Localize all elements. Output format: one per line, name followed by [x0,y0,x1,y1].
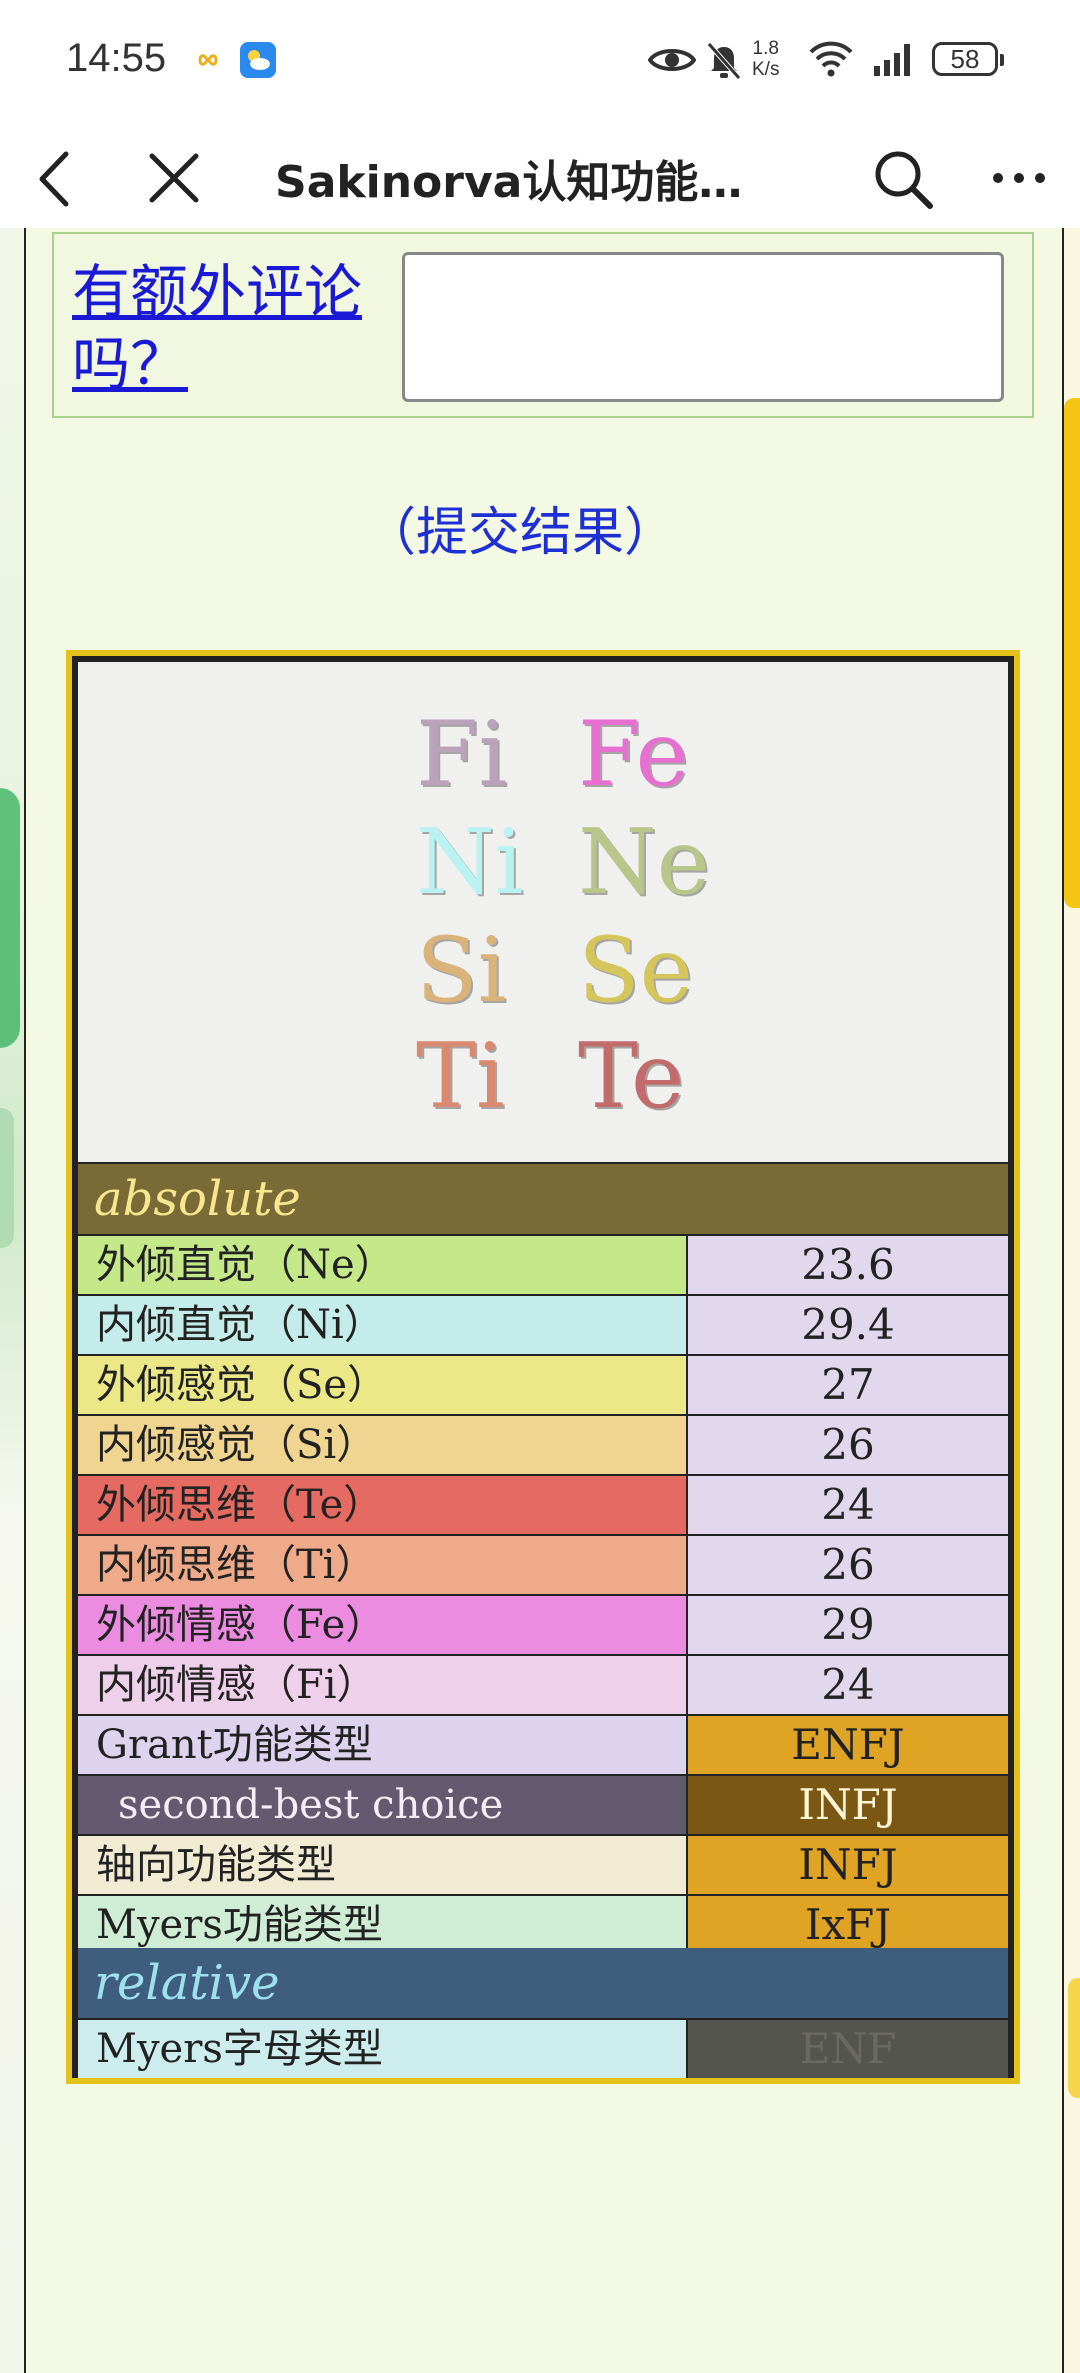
result-row: second-best choice INFJ [78,1776,1008,1834]
result-row-value: 29 [688,1596,1008,1654]
close-icon[interactable] [148,152,200,204]
result-row-label: 外倾感觉（Se） [78,1356,686,1414]
more-icon[interactable] [990,170,1048,186]
result-row-value: 29.4 [688,1296,1008,1354]
infinity-icon [198,54,218,66]
chevron-left-icon[interactable] [34,150,78,208]
result-row-label: 外倾情感（Fe） [78,1596,686,1654]
web-page: 有额外评论吗？ （提交结果） Fi Ni Si Ti Fe Ne Se Te absolut… [0,228,1080,2373]
result-row-value: 24 [688,1476,1008,1534]
result-row: Myers功能类型 IxFJ [78,1896,1008,1954]
background-decoration [1064,398,1080,908]
function-label-si: Si [416,918,507,1023]
result-row-value: 27 [688,1356,1008,1414]
background-decoration [0,788,20,1048]
page-title: Sakinorva认知功能… [275,157,743,208]
function-label-ni: Ni [416,810,524,915]
result-row: 外倾直觉（Ne） 23.6 [78,1236,1008,1294]
content-border-right [1062,228,1064,2373]
result-row-label: 内倾情感（Fi） [78,1656,686,1714]
bell-muted-icon [707,42,741,80]
result-row-value: INFJ [688,1836,1008,1894]
weather-icon [240,42,276,78]
result-row: 外倾情感（Fe） 29 [78,1596,1008,1654]
result-row-label: 内倾思维（Ti） [78,1536,686,1594]
result-row-value: 23.6 [688,1236,1008,1294]
relative-section-header: relative [78,1948,1008,2018]
background-decoration [0,1108,14,1248]
result-row-label: 内倾感觉（Si） [78,1416,686,1474]
function-label-se: Se [578,918,693,1023]
function-label-te: Te [578,1024,685,1129]
result-row: Grant功能类型 ENFJ [78,1716,1008,1774]
result-row-label: 外倾直觉（Ne） [78,1236,686,1294]
result-row-label: Myers字母类型 [78,2020,686,2078]
functions-panel: Fi Ni Si Ti Fe Ne Se Te [78,662,1008,1162]
result-row-label: 内倾直觉（Ni） [78,1296,686,1354]
comment-textarea[interactable] [402,252,1004,402]
result-row-value: INFJ [688,1776,1008,1834]
function-label-ne: Ne [578,810,711,915]
result-row: Myers字母类型 ENF [78,2020,1008,2078]
absolute-section-header: absolute [78,1164,1008,1234]
eye-icon [648,49,696,71]
status-time: 14:55 [66,36,167,80]
result-row-label: 外倾思维（Te） [78,1476,686,1534]
wifi-icon [809,41,853,77]
results-table: Fi Ni Si Ti Fe Ne Se Te absolute 外倾直觉（Ne） 23.6 内… [66,650,1020,2084]
search-icon[interactable] [872,148,934,210]
result-row: 内倾情感（Fi） 24 [78,1656,1008,1714]
signal-icon [874,44,910,76]
background-decoration [1068,1978,1080,2098]
result-row-value: 26 [688,1416,1008,1474]
result-row-label: Myers功能类型 [78,1896,686,1954]
result-row-value: 24 [688,1656,1008,1714]
net-speed-value: 1.8 [752,38,779,59]
function-label-fe: Fe [578,702,689,807]
net-speed-unit: K/s [752,59,780,80]
comment-link[interactable]: 有额外评论吗？ [72,256,362,400]
result-row-value: ENFJ [688,1716,1008,1774]
result-row: 轴向功能类型 INFJ [78,1836,1008,1894]
result-row-value: ENF [688,2020,1008,2078]
net-speed: 1.8 K/s [752,38,779,80]
result-row-value: 26 [688,1536,1008,1594]
comment-section: 有额外评论吗？ [52,232,1034,418]
result-row: 内倾感觉（Si） 26 [78,1416,1008,1474]
result-row-label: 轴向功能类型 [78,1836,686,1894]
result-row: 内倾直觉（Ni） 29.4 [78,1296,1008,1354]
submit-result-link[interactable]: （提交结果） [0,490,1040,565]
result-row: 外倾思维（Te） 24 [78,1476,1008,1534]
function-label-ti: Ti [416,1024,505,1129]
result-row-label: Grant功能类型 [78,1716,686,1774]
result-row: 外倾感觉（Se） 27 [78,1356,1008,1414]
function-label-fi: Fi [416,702,508,807]
status-bar: 14:55 1.8 K/s 58 [0,0,1080,122]
result-row-value: IxFJ [688,1896,1008,1954]
result-row: 内倾思维（Ti） 26 [78,1536,1008,1594]
result-row-label: second-best choice [78,1776,686,1834]
battery-icon: 58 [932,42,1004,76]
browser-nav-bar: Sakinorva认知功能… [0,122,1080,228]
